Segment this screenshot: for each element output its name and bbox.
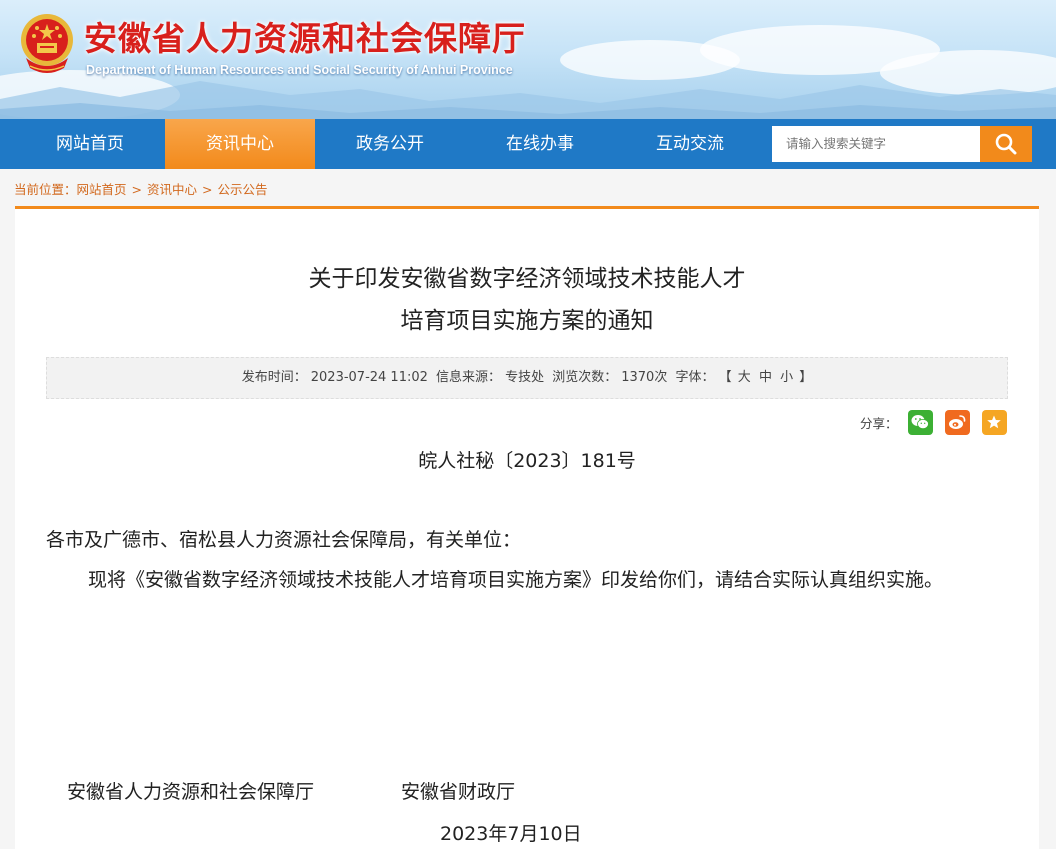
search-icon: [995, 133, 1017, 155]
breadcrumb-separator: >: [202, 182, 213, 197]
font-size-small-button[interactable]: 小: [780, 370, 793, 385]
weibo-icon[interactable]: [944, 409, 970, 435]
font-size-label: 字体：: [675, 370, 715, 385]
breadcrumb-item-announcements[interactable]: 公示公告: [218, 179, 268, 198]
header-banner: 安徽省人力资源和社会保障厅 Department of Human Resour…: [0, 0, 1056, 119]
recipients-paragraph: 各市及广德市、宿松县人力资源社会保障局，有关单位：: [46, 529, 522, 551]
source-label: 信息来源：: [436, 370, 502, 385]
font-bracket-open: 【: [718, 370, 732, 385]
font-size-large-button[interactable]: 大: [738, 370, 751, 385]
site-title: 安徽省人力资源和社会保障厅: [84, 19, 526, 58]
search-button[interactable]: [980, 126, 1032, 162]
nav-item-interaction[interactable]: 互动交流: [615, 119, 765, 169]
site-subtitle: Department of Human Resources and Social…: [86, 63, 513, 77]
breadcrumb-item-home[interactable]: 网站首页: [77, 179, 127, 198]
article-container: 关于印发安徽省数字经济领域技术技能人才 培育项目实施方案的通知 发布时间： 202…: [15, 206, 1039, 849]
wechat-icon[interactable]: [907, 409, 933, 435]
views-count: 1370次: [621, 370, 668, 385]
views-label: 浏览次数：: [552, 370, 618, 385]
font-size-medium-button[interactable]: 中: [759, 370, 772, 385]
signer-hrss-department: 安徽省人力资源和社会保障厅: [67, 781, 315, 803]
article-title-line2: 培育项目实施方案的通知: [400, 308, 654, 334]
signer-finance-department: 安徽省财政厅: [401, 781, 516, 803]
source-value: 专技处: [505, 370, 545, 385]
breadcrumb-separator: >: [131, 182, 143, 197]
body-paragraph: 现将《安徽省数字经济领域技术技能人才培育项目实施方案》印发给你们，请结合实际认真…: [88, 569, 944, 591]
favorite-icon[interactable]: [981, 409, 1007, 435]
font-bracket-close: 】: [799, 370, 813, 385]
share-label: 分享：: [860, 415, 898, 431]
nav-item-news-center[interactable]: 资讯中心: [165, 119, 315, 169]
breadcrumb-label: 当前位置：: [14, 182, 77, 197]
nav-item-government-affairs[interactable]: 政务公开: [315, 119, 465, 169]
article-title-line1: 关于印发安徽省数字经济领域技术技能人才: [308, 266, 746, 292]
search-input[interactable]: [772, 126, 980, 162]
national-emblem-logo: [18, 12, 76, 76]
document-date: 2023年7月10日: [440, 823, 582, 845]
document-number: 皖人社秘〔2023〕181号: [418, 450, 636, 472]
breadcrumb: 当前位置：网站首页 > 资讯中心 > 公示公告: [14, 179, 268, 198]
publish-time: 2023-07-24 11:02: [310, 370, 428, 385]
share-bar: 分享：: [860, 409, 1007, 435]
nav-item-home[interactable]: 网站首页: [15, 119, 165, 169]
article-meta-bar: 发布时间： 2023-07-24 11:02 信息来源： 专技处 浏览次数： 1370…: [46, 357, 1008, 399]
publish-time-label: 发布时间：: [241, 370, 307, 385]
breadcrumb-item-news-center[interactable]: 资讯中心: [147, 179, 197, 198]
nav-item-online-services[interactable]: 在线办事: [465, 119, 615, 169]
